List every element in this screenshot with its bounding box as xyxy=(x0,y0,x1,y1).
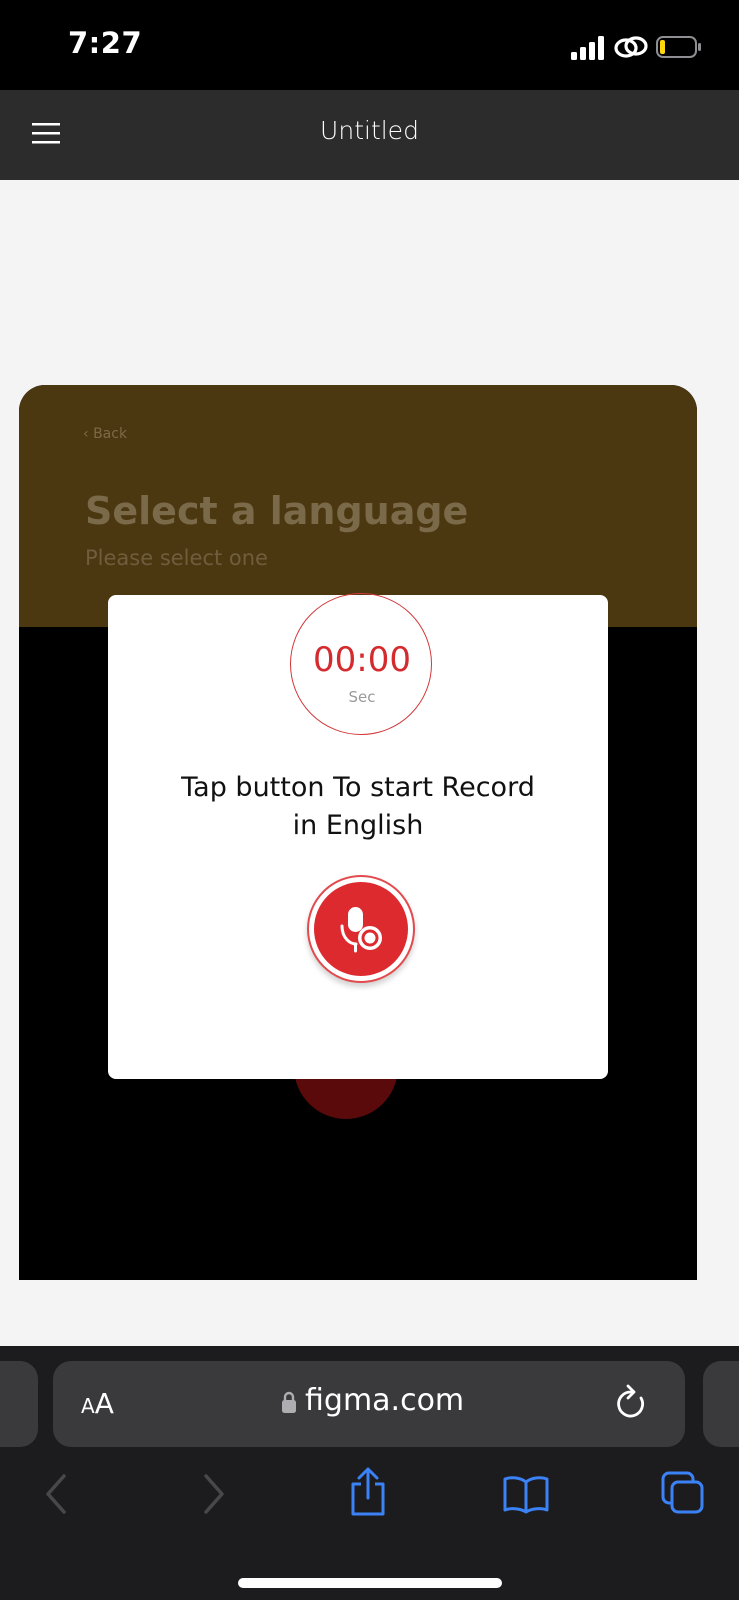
signal-icon xyxy=(571,36,604,60)
instruction-line-2: in English xyxy=(292,810,424,841)
back-link[interactable]: ‹ Back xyxy=(83,426,127,442)
microphone-icon xyxy=(340,907,382,953)
file-title: Untitled xyxy=(320,116,419,145)
bookmarks-icon[interactable] xyxy=(502,1474,550,1514)
chevron-left-icon[interactable] xyxy=(40,1472,72,1516)
timer-circle: 00:00 Sec xyxy=(290,593,432,735)
timer-unit: Sec xyxy=(348,688,376,706)
text-size-small: A xyxy=(81,1394,95,1418)
text-size-button[interactable]: AA xyxy=(81,1387,114,1420)
chevron-left-icon: ‹ xyxy=(83,426,89,442)
timer-value: 00:00 xyxy=(313,640,411,680)
tabs-icon[interactable] xyxy=(660,1470,706,1516)
url-text: figma.com xyxy=(305,1383,465,1418)
record-modal: 00:00 Sec Tap button To start Record in … xyxy=(108,593,608,1079)
status-bar: 7:27 xyxy=(0,0,739,90)
battery-icon xyxy=(656,36,701,58)
home-indicator xyxy=(238,1578,502,1588)
frame-subtitle: Please select one xyxy=(85,546,268,570)
next-tab-preview[interactable] xyxy=(703,1361,739,1447)
previous-tab-preview[interactable] xyxy=(0,1361,38,1447)
safari-toolbar: AA figma.com xyxy=(0,1346,739,1600)
link-icon xyxy=(614,36,648,58)
record-button[interactable] xyxy=(314,882,408,976)
share-icon[interactable] xyxy=(348,1466,388,1518)
lock-icon xyxy=(282,1391,296,1413)
back-label: Back xyxy=(93,426,128,442)
text-size-large: A xyxy=(94,1387,114,1420)
frame-header: ‹ Back Select a language Please select o… xyxy=(19,385,697,627)
frame-title: Select a language xyxy=(85,489,469,533)
record-instruction: Tap button To start Record in English xyxy=(148,769,568,845)
status-time: 7:27 xyxy=(68,26,143,60)
instruction-line-1: Tap button To start Record xyxy=(181,772,535,803)
record-button-ring[interactable] xyxy=(307,875,415,983)
chevron-right-icon[interactable] xyxy=(198,1472,230,1516)
address-bar[interactable]: AA figma.com xyxy=(53,1361,685,1447)
reload-icon[interactable] xyxy=(615,1384,649,1422)
